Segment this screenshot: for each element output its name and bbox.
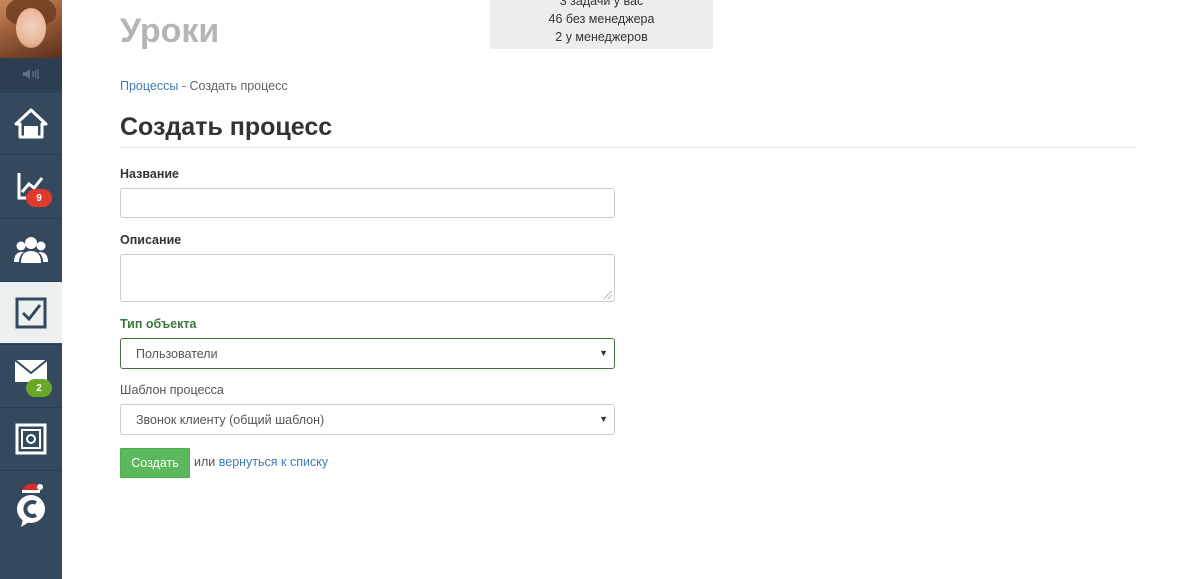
sidebar-item-app[interactable] xyxy=(0,470,62,532)
sidebar-item-analytics[interactable]: 9 xyxy=(0,154,62,216)
textarea-resize-handle[interactable] xyxy=(604,291,612,299)
form-heading: Создать процесс xyxy=(120,113,333,141)
description-label: Описание xyxy=(120,233,182,247)
stats-line-unassigned: 46 без менеджера xyxy=(548,12,655,26)
breadcrumb-current: Создать процесс xyxy=(189,79,288,93)
checkbox-icon xyxy=(15,297,47,328)
stats-line-managers: 2 у менеджеров xyxy=(555,30,648,44)
breadcrumb: Процессы - Создать процесс xyxy=(120,79,288,93)
breadcrumb-separator: - xyxy=(181,79,186,93)
template-label: Шаблон процесса xyxy=(120,383,224,397)
safe-icon xyxy=(15,423,47,454)
mail-badge: 2 xyxy=(26,379,52,397)
back-row: или вернуться к списку xyxy=(194,455,328,469)
sound-toggle[interactable] xyxy=(0,58,62,90)
dropdown-arrow-icon: ▼ xyxy=(599,348,608,358)
sidebar-item-tasks[interactable] xyxy=(0,281,62,343)
description-textarea[interactable] xyxy=(120,254,615,302)
object-type-label: Тип объекта xyxy=(120,317,197,331)
object-type-select[interactable]: Пользователи ▼ xyxy=(120,338,615,369)
sidebar-item-mail[interactable]: 2 xyxy=(0,344,62,406)
sidebar-item-users[interactable] xyxy=(0,218,62,280)
object-type-value: Пользователи xyxy=(136,346,218,361)
analytics-badge: 9 xyxy=(26,189,52,207)
create-button[interactable]: Создать xyxy=(120,448,190,478)
task-stats-panel: 3 задачи у вас 46 без менеджера 2 у мене… xyxy=(490,0,713,49)
template-value: Звонок клиенту (общий шаблон) xyxy=(136,412,325,427)
users-icon xyxy=(14,236,48,263)
speaker-icon xyxy=(23,69,39,79)
sidebar-item-home[interactable] xyxy=(0,91,62,153)
name-label: Название xyxy=(120,167,180,181)
logo-icon xyxy=(17,482,45,527)
avatar-face xyxy=(16,8,46,48)
or-text: или xyxy=(194,455,216,469)
sidebar-item-safe[interactable] xyxy=(0,407,62,469)
user-avatar[interactable] xyxy=(0,0,62,58)
stats-line-own: 3 задачи у вас xyxy=(559,0,644,8)
template-select[interactable]: Звонок клиенту (общий шаблон) ▼ xyxy=(120,404,615,435)
page-title: Уроки xyxy=(120,12,220,50)
home-icon xyxy=(14,108,48,138)
heading-divider xyxy=(120,147,1136,148)
name-input[interactable] xyxy=(120,188,615,218)
back-to-list-link[interactable]: вернуться к списку xyxy=(219,455,328,469)
breadcrumb-link-processes[interactable]: Процессы xyxy=(120,79,178,93)
dropdown-arrow-icon: ▼ xyxy=(599,414,608,424)
sidebar: 9 2 xyxy=(0,0,62,579)
